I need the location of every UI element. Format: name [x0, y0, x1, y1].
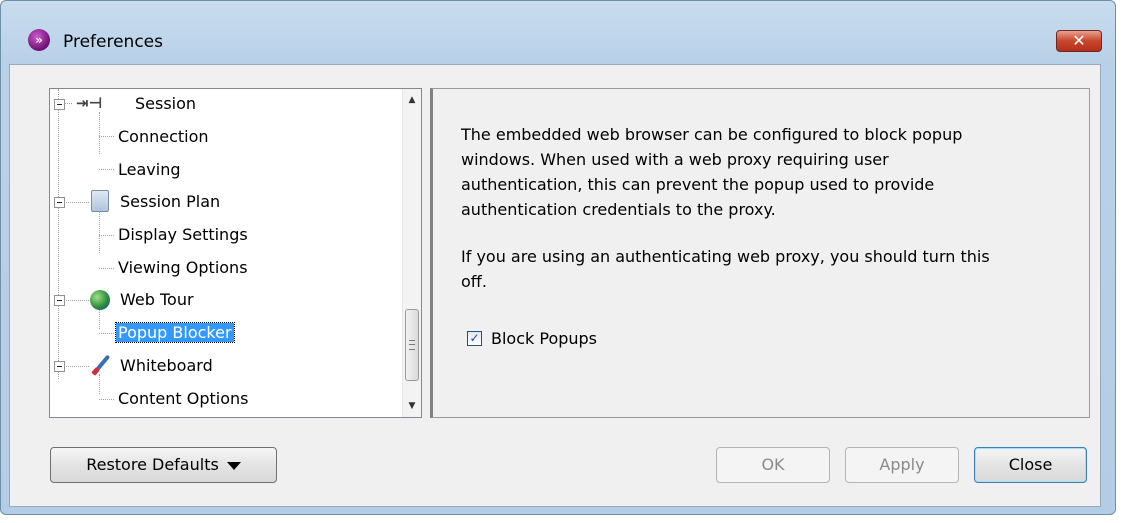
tree-item-label: Session	[135, 94, 197, 113]
tree-item-web-tour[interactable]: Web Tour	[120, 285, 194, 315]
tree-item-label: Web Tour	[120, 290, 194, 309]
tree-item-leaving[interactable]: Leaving	[118, 155, 181, 185]
settings-panel: The embedded web browser can be configur…	[430, 88, 1090, 418]
tree-item-label: Display Settings	[118, 225, 248, 244]
window-close-button[interactable]: ✕	[1056, 30, 1102, 52]
scroll-down-arrow-icon[interactable]: ▼	[403, 397, 421, 415]
close-icon: ✕	[1072, 31, 1086, 50]
note-line: off.	[461, 272, 487, 291]
tree-item-label: Whiteboard	[120, 356, 213, 375]
dropdown-arrow-icon	[226, 461, 241, 470]
close-button[interactable]: Close	[974, 447, 1087, 483]
block-popups-checkbox[interactable]: ✓	[467, 331, 482, 346]
brush-icon	[90, 354, 112, 376]
block-popups-label[interactable]: Block Popups	[491, 329, 597, 348]
plug-icon: ⇥⊣	[76, 94, 103, 112]
tree-item-whiteboard[interactable]: Whiteboard	[120, 351, 213, 381]
apply-button[interactable]: Apply	[845, 447, 959, 483]
globe-icon	[90, 290, 110, 310]
tree-item-viewing-options[interactable]: Viewing Options	[118, 253, 248, 283]
tree-item-label: Viewing Options	[118, 258, 248, 277]
note-line: If you are using an authenticating web p…	[461, 247, 990, 266]
tree-item-label: Session Plan	[120, 192, 221, 211]
scrollbar-thumb[interactable]	[405, 309, 419, 381]
restore-defaults-button[interactable]: Restore Defaults	[50, 447, 277, 483]
tree-items: ⇥⊣ Session Connection Leaving Session Pl…	[50, 89, 380, 417]
tree-item-session[interactable]: Session	[135, 89, 196, 119]
preferences-tree[interactable]: ⇥⊣ Session Connection Leaving Session Pl…	[49, 88, 422, 418]
clipboard-icon	[91, 190, 109, 212]
restore-defaults-label: Restore Defaults	[86, 455, 219, 474]
scroll-up-arrow-icon[interactable]: ▲	[403, 91, 421, 109]
description-paragraph: The embedded web browser can be configur…	[461, 122, 1061, 222]
window-title: Preferences	[63, 32, 163, 52]
tree-item-label: Content Options	[118, 389, 249, 408]
ok-button[interactable]: OK	[716, 447, 830, 483]
description-line: authentication credentials to the proxy.	[461, 200, 776, 219]
tree-item-content-options[interactable]: Content Options	[118, 384, 248, 414]
tree-item-connection[interactable]: Connection	[118, 122, 209, 152]
tree-item-display-settings[interactable]: Display Settings	[118, 220, 248, 250]
title-bar[interactable]: » Preferences ✕	[1, 1, 1115, 52]
description-line: The embedded web browser can be configur…	[461, 125, 963, 144]
proxy-note-paragraph: If you are using an authenticating web p…	[461, 244, 1061, 294]
tree-scrollbar[interactable]: ▲ ▼	[402, 89, 421, 417]
session-expander[interactable]	[54, 99, 65, 110]
tree-item-label: Leaving	[118, 160, 181, 179]
tree-item-label: Connection	[118, 127, 209, 146]
tree-item-label: Popup Blocker	[115, 322, 235, 343]
description-line: windows. When used with a web proxy requ…	[461, 150, 889, 169]
app-logo-icon: »	[28, 29, 50, 51]
tree-item-session-plan[interactable]: Session Plan	[120, 187, 220, 217]
dialog-body: ⇥⊣ Session Connection Leaving Session Pl…	[9, 64, 1101, 507]
description-line: authentication, this can prevent the pop…	[461, 175, 935, 194]
tree-item-popup-blocker[interactable]: Popup Blocker	[115, 318, 235, 348]
